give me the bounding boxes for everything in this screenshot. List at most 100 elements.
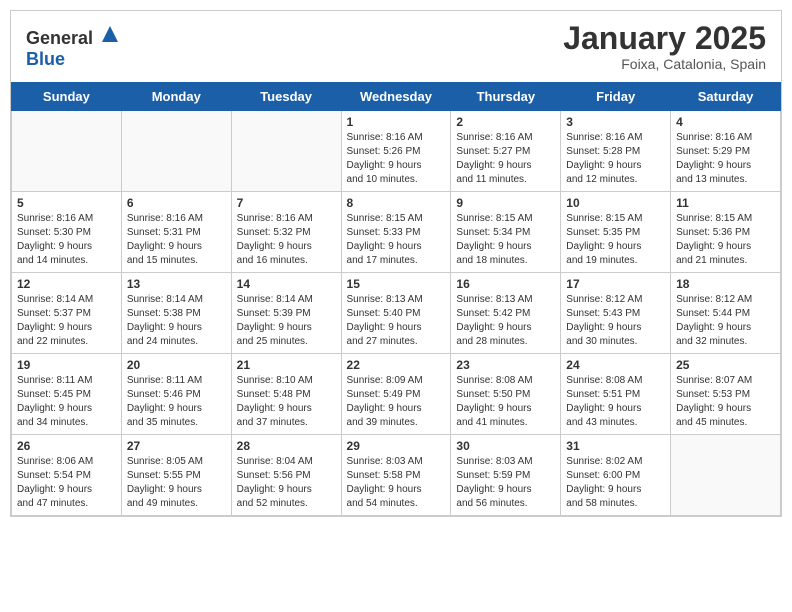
calendar-cell: 24 Sunrise: 8:08 AMSunset: 5:51 PMDayligh… [561, 354, 671, 435]
day-info: Sunrise: 8:16 AMSunset: 5:27 PMDaylight:… [456, 131, 555, 187]
day-info: Sunrise: 8:13 AMSunset: 5:40 PMDaylight:… [347, 293, 446, 349]
calendar-cell: 12Sunrise: 8:14 AMSunset: 5:37 PMDayligh… [12, 273, 122, 354]
calendar-cell: 30 Sunrise: 8:03 AMSunset: 5:59 PMDayligh… [451, 435, 561, 516]
day-info: Sunrise: 8:09 AMSunset: 5:49 PMDaylight:… [347, 374, 446, 430]
day-info: Sunrise: 8:16 AMSunset: 5:31 PMDaylight:… [127, 212, 226, 268]
day-number: 15 [347, 277, 446, 291]
calendar-week-row: 26Sunrise: 8:06 AMSunset: 5:54 PMDayligh… [12, 435, 781, 516]
calendar-cell: 25 Sunrise: 8:07 AMSunset: 5:53 PMDayligh… [671, 354, 781, 435]
day-info: Sunrise: 8:03 AMSunset: 5:58 PMDaylight:… [347, 455, 446, 511]
day-info: Sunrise: 8:15 AMSunset: 5:33 PMDaylight:… [347, 212, 446, 268]
location-title: Foixa, Catalonia, Spain [563, 56, 766, 72]
day-info: Sunrise: 8:16 AMSunset: 5:30 PMDaylight:… [17, 212, 116, 268]
day-number: 19 [17, 358, 116, 372]
calendar-cell: 3 Sunrise: 8:16 AMSunset: 5:28 PMDaylight… [561, 111, 671, 192]
day-number: 4 [676, 115, 775, 129]
calendar-week-row: 12Sunrise: 8:14 AMSunset: 5:37 PMDayligh… [12, 273, 781, 354]
day-number: 11 [676, 196, 775, 210]
logo-general: General [26, 28, 93, 48]
calendar-table: SundayMondayTuesdayWednesdayThursdayFrid… [11, 82, 781, 516]
calendar-cell: 23 Sunrise: 8:08 AMSunset: 5:50 PMDayligh… [451, 354, 561, 435]
day-number: 3 [566, 115, 665, 129]
logo-text: General Blue [26, 24, 120, 70]
day-info: Sunrise: 8:16 AMSunset: 5:29 PMDaylight:… [676, 131, 775, 187]
day-number: 2 [456, 115, 555, 129]
day-number: 20 [127, 358, 226, 372]
weekday-header: Sunday [12, 83, 122, 111]
day-info: Sunrise: 8:14 AMSunset: 5:38 PMDaylight:… [127, 293, 226, 349]
day-number: 1 [347, 115, 446, 129]
day-number: 24 [566, 358, 665, 372]
title-area: January 2025 Foixa, Catalonia, Spain [563, 21, 766, 72]
calendar-cell: 15 Sunrise: 8:13 AMSunset: 5:40 PMDayligh… [341, 273, 451, 354]
day-number: 9 [456, 196, 555, 210]
calendar-cell [671, 435, 781, 516]
day-info: Sunrise: 8:16 AMSunset: 5:26 PMDaylight:… [347, 131, 446, 187]
calendar-cell: 16Sunrise: 8:13 AMSunset: 5:42 PMDayligh… [451, 273, 561, 354]
day-number: 30 [456, 439, 555, 453]
day-number: 14 [237, 277, 336, 291]
calendar-cell: 14 Sunrise: 8:14 AMSunset: 5:39 PMDayligh… [231, 273, 341, 354]
day-info: Sunrise: 8:15 AMSunset: 5:35 PMDaylight:… [566, 212, 665, 268]
calendar-cell: 20Sunrise: 8:11 AMSunset: 5:46 PMDayligh… [121, 354, 231, 435]
day-number: 25 [676, 358, 775, 372]
day-number: 13 [127, 277, 226, 291]
day-info: Sunrise: 8:08 AMSunset: 5:51 PMDaylight:… [566, 374, 665, 430]
day-number: 10 [566, 196, 665, 210]
header: General Blue January 2025 Foixa, Catalon… [11, 11, 781, 77]
calendar-cell: 19 Sunrise: 8:11 AMSunset: 5:45 PMDayligh… [12, 354, 122, 435]
day-info: Sunrise: 8:07 AMSunset: 5:53 PMDaylight:… [676, 374, 775, 430]
calendar-cell: 9 Sunrise: 8:15 AMSunset: 5:34 PMDaylight… [451, 192, 561, 273]
calendar-cell: 27 Sunrise: 8:05 AMSunset: 5:55 PMDayligh… [121, 435, 231, 516]
weekday-header: Thursday [451, 83, 561, 111]
day-number: 7 [237, 196, 336, 210]
calendar-week-row: 19 Sunrise: 8:11 AMSunset: 5:45 PMDayligh… [12, 354, 781, 435]
weekday-header: Wednesday [341, 83, 451, 111]
calendar-cell: 4 Sunrise: 8:16 AMSunset: 5:29 PMDaylight… [671, 111, 781, 192]
day-info: Sunrise: 8:03 AMSunset: 5:59 PMDaylight:… [456, 455, 555, 511]
logo: General Blue [26, 24, 120, 70]
logo-icon [100, 24, 120, 44]
calendar-cell [121, 111, 231, 192]
calendar-cell: 17Sunrise: 8:12 AMSunset: 5:43 PMDayligh… [561, 273, 671, 354]
calendar-cell: 11Sunrise: 8:15 AMSunset: 5:36 PMDayligh… [671, 192, 781, 273]
calendar-cell: 5 Sunrise: 8:16 AMSunset: 5:30 PMDaylight… [12, 192, 122, 273]
calendar-cell: 28 Sunrise: 8:04 AMSunset: 5:56 PMDayligh… [231, 435, 341, 516]
weekday-header: Tuesday [231, 83, 341, 111]
day-info: Sunrise: 8:11 AMSunset: 5:45 PMDaylight:… [17, 374, 116, 430]
day-info: Sunrise: 8:13 AMSunset: 5:42 PMDaylight:… [456, 293, 555, 349]
day-number: 17 [566, 277, 665, 291]
day-info: Sunrise: 8:06 AMSunset: 5:54 PMDaylight:… [17, 455, 116, 511]
calendar-cell: 21Sunrise: 8:10 AMSunset: 5:48 PMDayligh… [231, 354, 341, 435]
calendar-cell: 6 Sunrise: 8:16 AMSunset: 5:31 PMDaylight… [121, 192, 231, 273]
day-number: 29 [347, 439, 446, 453]
weekday-header: Saturday [671, 83, 781, 111]
day-info: Sunrise: 8:16 AMSunset: 5:28 PMDaylight:… [566, 131, 665, 187]
day-number: 28 [237, 439, 336, 453]
weekday-header-row: SundayMondayTuesdayWednesdayThursdayFrid… [12, 83, 781, 111]
day-info: Sunrise: 8:14 AMSunset: 5:39 PMDaylight:… [237, 293, 336, 349]
day-info: Sunrise: 8:08 AMSunset: 5:50 PMDaylight:… [456, 374, 555, 430]
calendar-cell: 29 Sunrise: 8:03 AMSunset: 5:58 PMDayligh… [341, 435, 451, 516]
day-number: 6 [127, 196, 226, 210]
calendar-cell: 1 Sunrise: 8:16 AMSunset: 5:26 PMDaylight… [341, 111, 451, 192]
day-info: Sunrise: 8:04 AMSunset: 5:56 PMDaylight:… [237, 455, 336, 511]
calendar-cell [12, 111, 122, 192]
day-number: 27 [127, 439, 226, 453]
weekday-header: Monday [121, 83, 231, 111]
day-number: 23 [456, 358, 555, 372]
day-info: Sunrise: 8:15 AMSunset: 5:34 PMDaylight:… [456, 212, 555, 268]
calendar-cell: 18Sunrise: 8:12 AMSunset: 5:44 PMDayligh… [671, 273, 781, 354]
day-number: 18 [676, 277, 775, 291]
day-info: Sunrise: 8:05 AMSunset: 5:55 PMDaylight:… [127, 455, 226, 511]
calendar-week-row: 1 Sunrise: 8:16 AMSunset: 5:26 PMDaylight… [12, 111, 781, 192]
weekday-header: Friday [561, 83, 671, 111]
calendar-cell: 31Sunrise: 8:02 AMSunset: 6:00 PMDayligh… [561, 435, 671, 516]
calendar-cell: 26Sunrise: 8:06 AMSunset: 5:54 PMDayligh… [12, 435, 122, 516]
calendar-cell [231, 111, 341, 192]
day-number: 5 [17, 196, 116, 210]
day-info: Sunrise: 8:02 AMSunset: 6:00 PMDaylight:… [566, 455, 665, 511]
day-number: 8 [347, 196, 446, 210]
calendar-cell: 22Sunrise: 8:09 AMSunset: 5:49 PMDayligh… [341, 354, 451, 435]
day-number: 12 [17, 277, 116, 291]
